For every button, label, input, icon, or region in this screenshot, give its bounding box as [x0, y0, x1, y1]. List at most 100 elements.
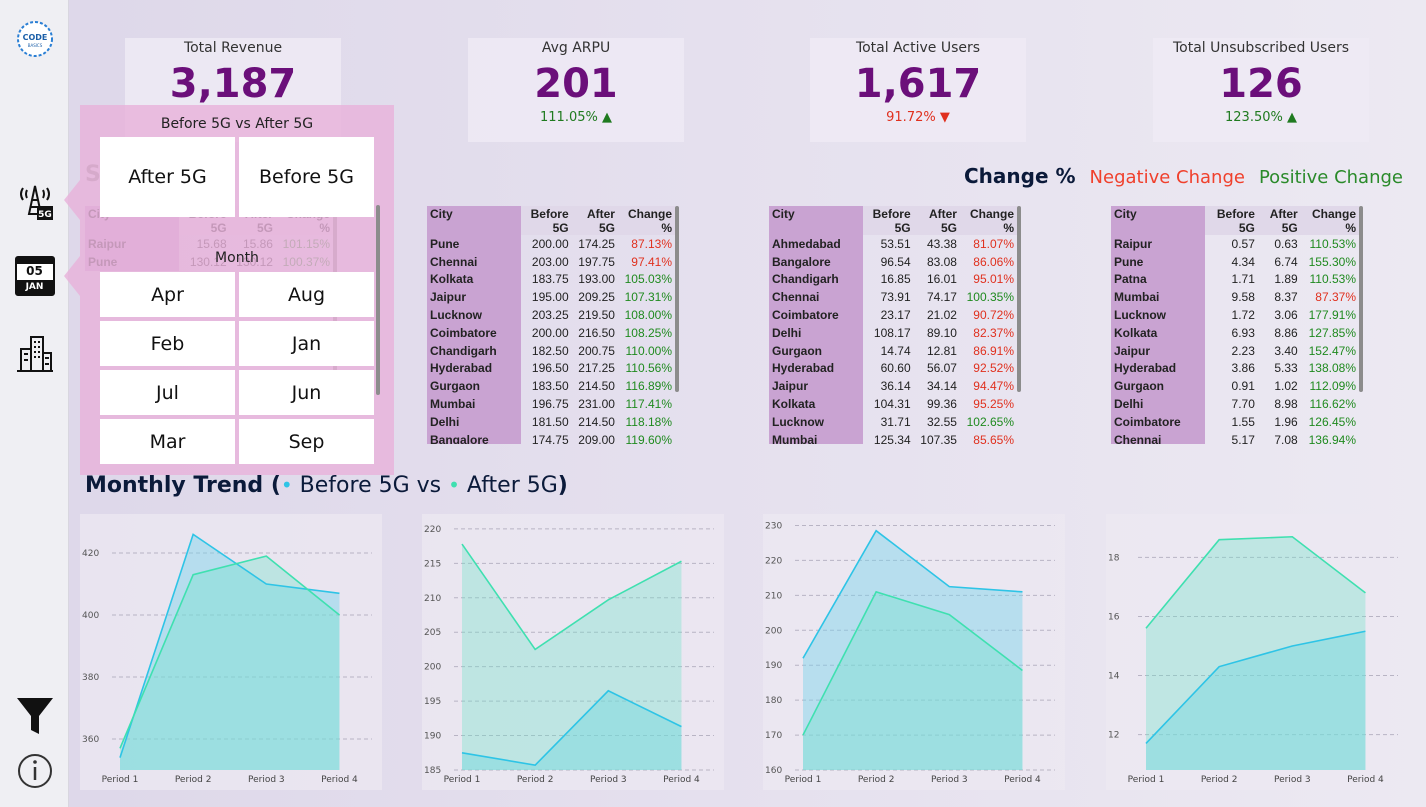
table-row[interactable]: Chandigarh 16.85 16.01 95.01%: [769, 270, 1017, 289]
column-header[interactable]: Before 5G: [521, 206, 572, 235]
value-cell: 99.36: [926, 397, 957, 412]
city-cell: Coimbatore: [1111, 412, 1205, 431]
legend-negative: Negative Change: [1089, 167, 1245, 188]
table-row[interactable]: Patna 1.71 1.89 110.53%: [1111, 270, 1359, 289]
value-cell: 1.96: [1274, 414, 1298, 429]
table-row[interactable]: Kolkata 183.75 193.00 105.03%: [427, 270, 675, 289]
table-row[interactable]: Gurgaon 14.74 12.81 86.91%: [769, 341, 1017, 360]
x-tick-label: Period 2: [858, 775, 895, 785]
table-row[interactable]: Ahmedabad 53.51 43.38 81.07%: [769, 235, 1017, 253]
value-cell: 1.72: [1231, 308, 1255, 323]
y-tick-label: 210: [424, 594, 441, 604]
table-scrollbar[interactable]: [1359, 206, 1363, 392]
column-header[interactable]: After 5G: [1258, 206, 1301, 235]
value-cell: 177.91%: [1308, 308, 1356, 323]
value-cell: 181.50: [531, 414, 569, 429]
table-row[interactable]: Hyderabad 60.60 56.07 92.52%: [769, 359, 1017, 378]
chart-revenue-trend[interactable]: 360 380 400 420 Period 1 Period 2 Period 3 Peri…: [80, 514, 382, 790]
column-header[interactable]: Change %: [618, 206, 675, 235]
table-row[interactable]: Raipur 0.57 0.63 110.53%: [1111, 235, 1359, 253]
table-row[interactable]: Mumbai 125.34 107.35 85.65%: [769, 430, 1017, 444]
table-row[interactable]: Lucknow 31.71 32.55 102.65%: [769, 412, 1017, 431]
table-row[interactable]: Jaipur 2.23 3.40 152.47%: [1111, 341, 1359, 360]
chart-unsubscribed-trend[interactable]: 12 14 16 18 Period 1 Period 2 Period 3 Period 4: [1106, 514, 1408, 790]
table-row[interactable]: Pune 4.34 6.74 155.30%: [1111, 252, 1359, 271]
table-row[interactable]: Bangalore 174.75 209.00 119.60%: [427, 430, 675, 444]
table-row[interactable]: Gurgaon 183.50 214.50 116.89%: [427, 377, 675, 396]
slicer-option-after-5g[interactable]: After 5G: [100, 137, 235, 217]
column-header[interactable]: After 5G: [914, 206, 960, 235]
trend-close-paren: ): [557, 473, 568, 498]
table-scrollbar[interactable]: [675, 206, 679, 392]
city-cell: Gurgaon: [427, 377, 521, 396]
slicer-month-apr[interactable]: Apr: [100, 272, 235, 317]
sidebar-item-5g[interactable]: 5G: [0, 180, 69, 224]
table-row[interactable]: Bangalore 96.54 83.08 86.06%: [769, 252, 1017, 271]
table-row[interactable]: Jaipur 195.00 209.25 107.31%: [427, 288, 675, 307]
column-header[interactable]: After 5G: [572, 206, 618, 235]
value-cell: 21.02: [926, 308, 957, 323]
table-row[interactable]: Jaipur 36.14 34.14 94.47%: [769, 377, 1017, 396]
table-scrollbar[interactable]: [1017, 206, 1021, 392]
table-row[interactable]: Lucknow 203.25 219.50 108.00%: [427, 306, 675, 324]
kpi-title: Total Revenue: [183, 40, 283, 56]
table-row[interactable]: Chennai 5.17 7.08 136.94%: [1111, 430, 1359, 444]
column-header[interactable]: Before 5G: [1205, 206, 1258, 235]
table-row[interactable]: Delhi 108.17 89.10 82.37%: [769, 323, 1017, 342]
slicer-month-aug[interactable]: Aug: [239, 272, 374, 317]
table-row[interactable]: Chandigarh 182.50 200.75 110.00%: [427, 341, 675, 360]
value-cell: 4.34: [1231, 254, 1255, 269]
y-tick-label: 190: [424, 732, 441, 742]
city-cell: Hyderabad: [769, 359, 863, 378]
logo[interactable]: CODE BASICS: [0, 20, 69, 58]
slicer-month-feb[interactable]: Feb: [100, 321, 235, 366]
column-header[interactable]: City: [427, 206, 521, 235]
column-header[interactable]: City: [769, 206, 863, 235]
slicer-month-jun[interactable]: Jun: [239, 370, 374, 415]
value-cell: 2.23: [1231, 343, 1255, 358]
value-cell: 116.62%: [1309, 397, 1356, 412]
table-row[interactable]: Delhi 7.70 8.98 116.62%: [1111, 395, 1359, 413]
sidebar-item-calendar[interactable]: 05 JAN: [0, 256, 69, 296]
kpi-title: Avg ARPU: [541, 40, 611, 56]
table-row[interactable]: Hyderabad 196.50 217.25 110.56%: [427, 359, 675, 378]
column-header[interactable]: City: [1111, 206, 1205, 235]
table-row[interactable]: Kolkata 104.31 99.36 95.25%: [769, 395, 1017, 413]
value-cell: 1.02: [1274, 379, 1298, 394]
sidebar-item-city[interactable]: [0, 333, 69, 373]
chart-arpu-trend[interactable]: 185 190 195 200 205 210 215 220 Period 1 Period 2…: [422, 514, 724, 790]
city-cell: Jaipur: [427, 288, 521, 307]
table-row[interactable]: Mumbai 196.75 231.00 117.41%: [427, 395, 675, 413]
slicer-month-mar[interactable]: Mar: [100, 419, 235, 464]
table-row[interactable]: Lucknow 1.72 3.06 177.91%: [1111, 306, 1359, 324]
column-header[interactable]: Before 5G: [863, 206, 914, 235]
table-arpu[interactable]: City Before 5G After 5G Change % Pune 200.00 1…: [427, 206, 683, 444]
arrow-up-icon: ▲: [1286, 110, 1297, 125]
sidebar-item-filter[interactable]: [0, 696, 69, 736]
column-header[interactable]: Change %: [960, 206, 1017, 235]
chart-active-users-trend[interactable]: 160 170 180 190 200 210 220 230 Period 1 Period 2…: [763, 514, 1065, 790]
table-row[interactable]: Kolkata 6.93 8.86 127.85%: [1111, 323, 1359, 342]
table-row[interactable]: Coimbatore 1.55 1.96 126.45%: [1111, 412, 1359, 431]
x-tick-label: Period 3: [248, 775, 285, 785]
table-row[interactable]: Delhi 181.50 214.50 118.18%: [427, 412, 675, 431]
table-active-users[interactable]: City Before 5G After 5G Change % Ahmedabad 53…: [769, 206, 1025, 444]
slicer-option-before-5g[interactable]: Before 5G: [239, 137, 374, 217]
city-cell: Delhi: [427, 412, 521, 431]
slicer-month-jan[interactable]: Jan: [239, 321, 374, 366]
table-row[interactable]: Chennai 203.00 197.75 97.41%: [427, 252, 675, 271]
table-row[interactable]: Coimbatore 200.00 216.50 108.25%: [427, 323, 675, 342]
column-header[interactable]: Change %: [1301, 206, 1359, 235]
table-unsubscribed-users[interactable]: City Before 5G After 5G Change % Raipur 0.57 0…: [1111, 206, 1367, 444]
table-row[interactable]: Gurgaon 0.91 1.02 112.09%: [1111, 377, 1359, 396]
table-row[interactable]: Chennai 73.91 74.17 100.35%: [769, 288, 1017, 307]
table-row[interactable]: Hyderabad 3.86 5.33 138.08%: [1111, 359, 1359, 378]
codebasics-logo-icon: CODE BASICS: [16, 21, 53, 57]
table-row[interactable]: Mumbai 9.58 8.37 87.37%: [1111, 288, 1359, 307]
slicer-month-sep[interactable]: Sep: [239, 419, 374, 464]
table-row[interactable]: Pune 200.00 174.25 87.13%: [427, 235, 675, 253]
table-row[interactable]: Coimbatore 23.17 21.02 90.72%: [769, 306, 1017, 324]
slicer-scrollbar[interactable]: [376, 205, 380, 395]
sidebar-item-info[interactable]: [0, 752, 69, 790]
slicer-month-jul[interactable]: Jul: [100, 370, 235, 415]
